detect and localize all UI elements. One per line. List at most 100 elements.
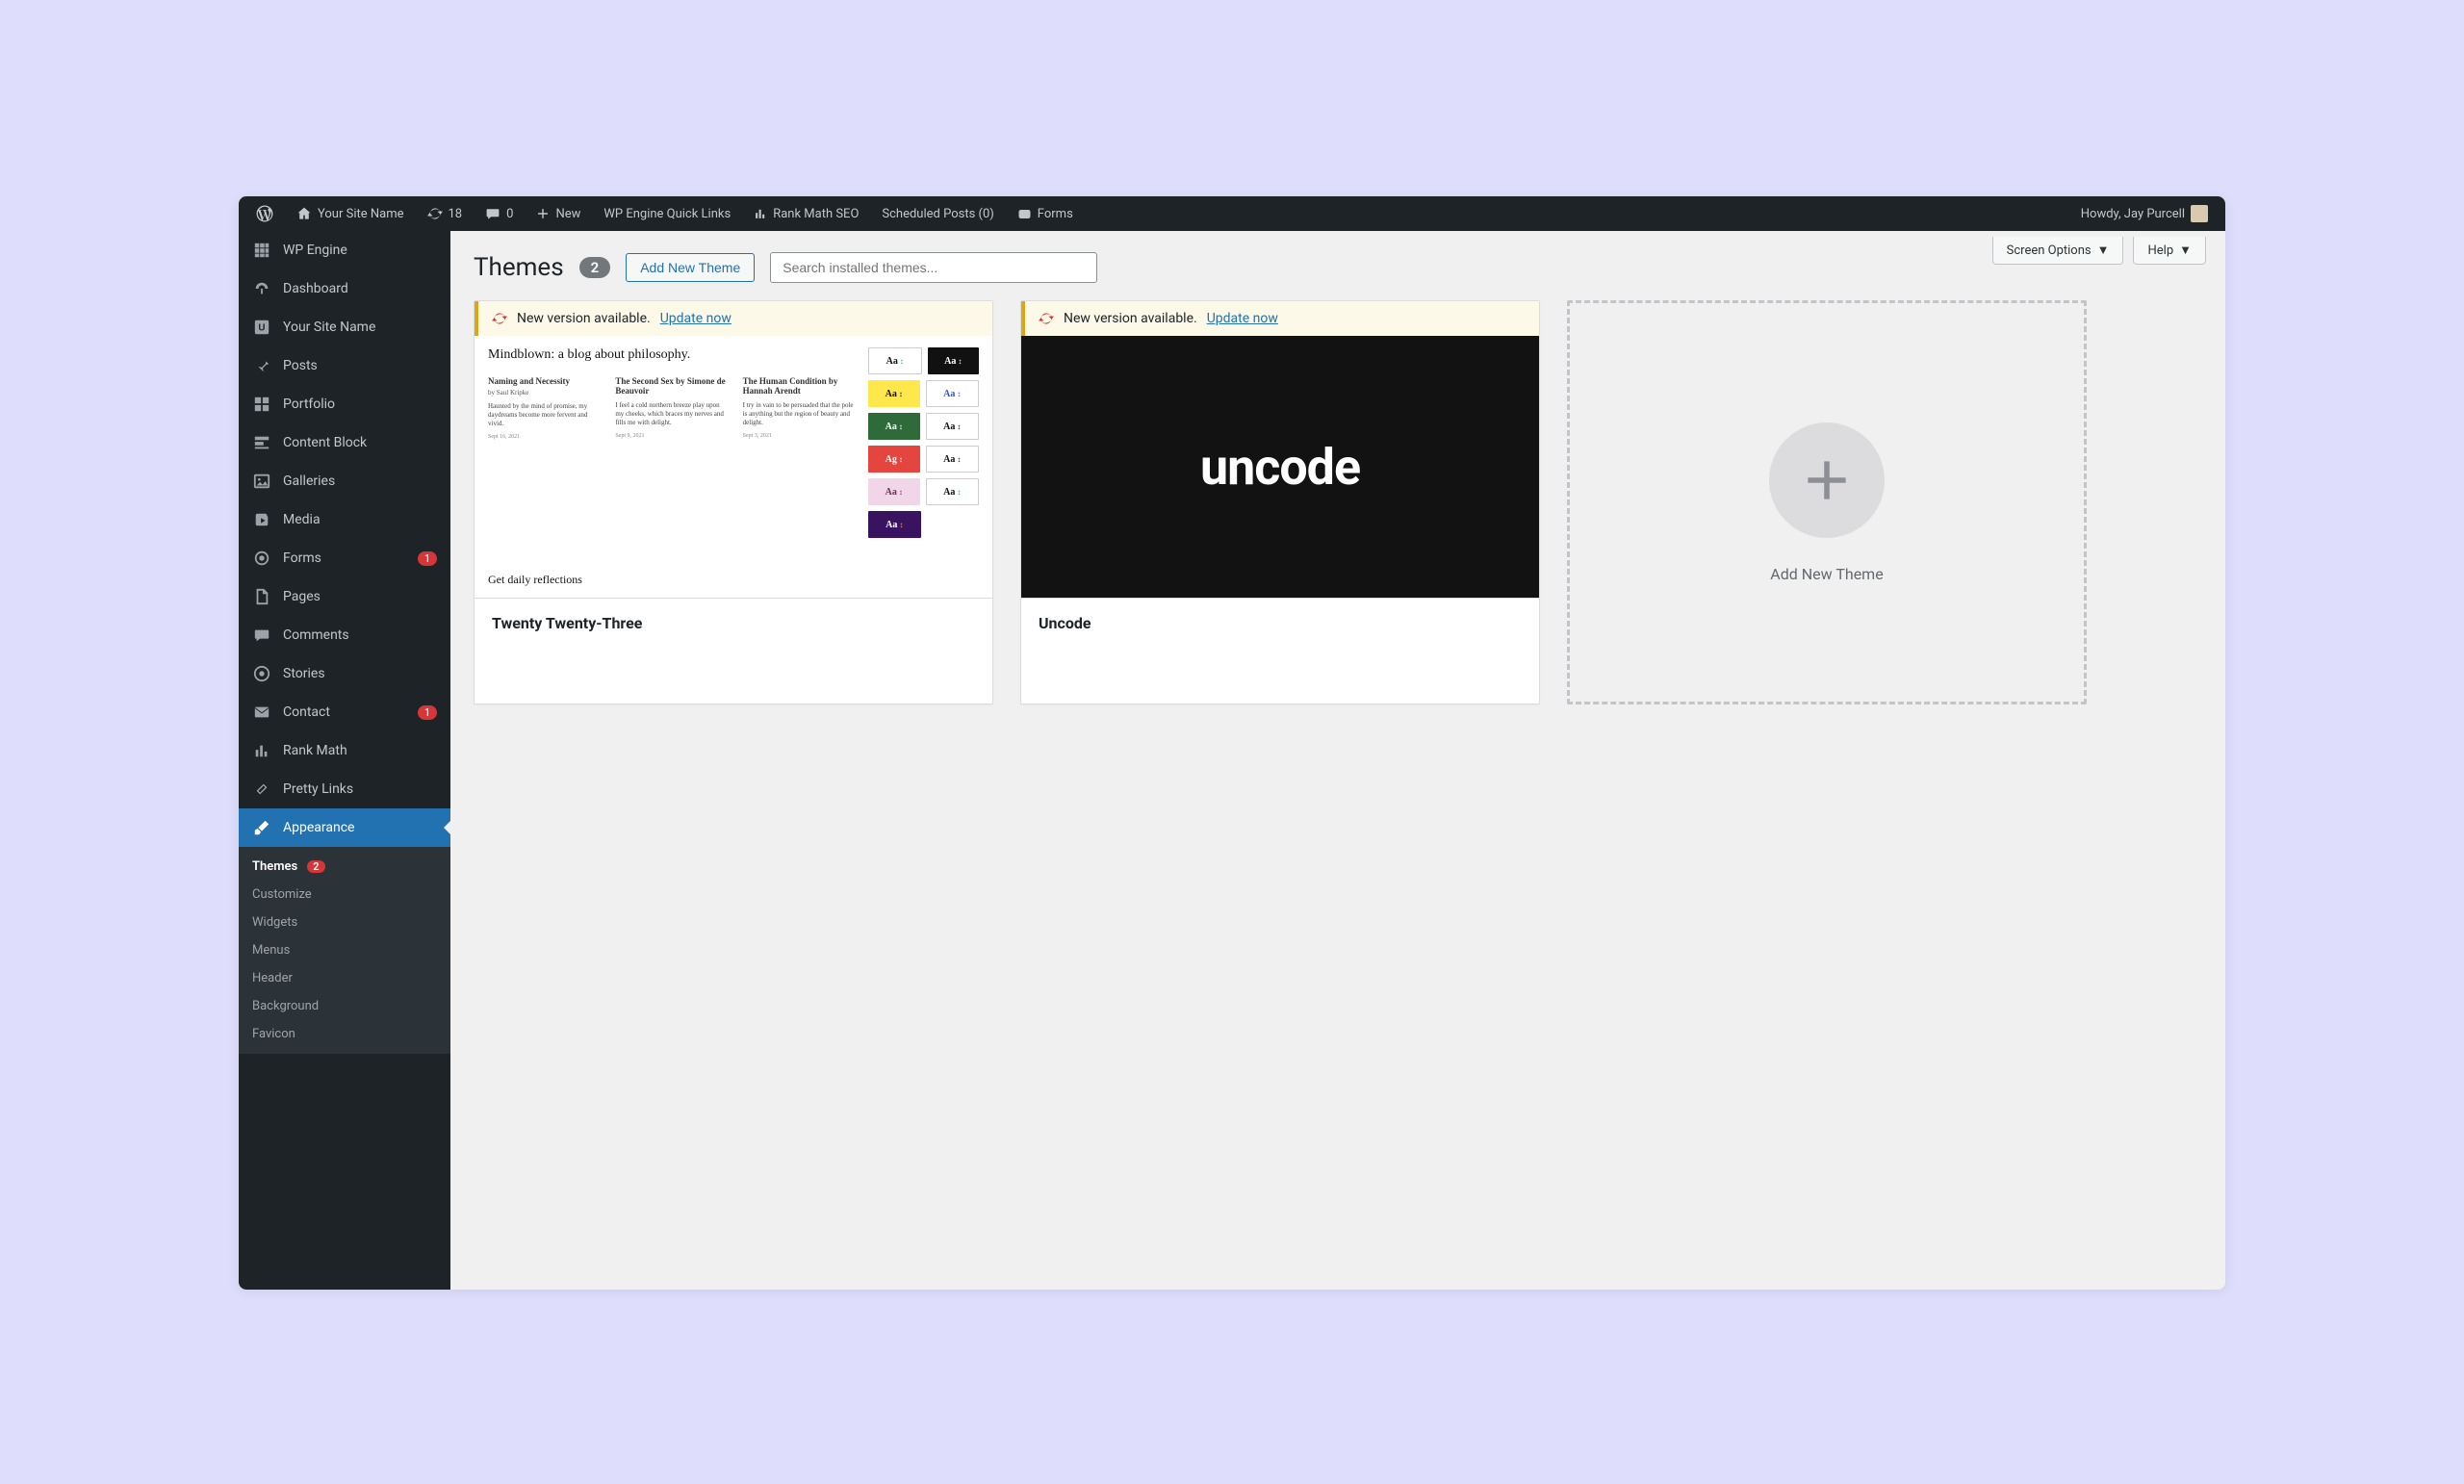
menu-label: Stories bbox=[283, 666, 325, 681]
menu-item-pretty-links[interactable]: Pretty Links bbox=[239, 770, 450, 808]
update-notice: New version available. Update now bbox=[475, 301, 992, 336]
add-new-theme-card[interactable]: Add New Theme bbox=[1567, 300, 2087, 704]
wpengine-quicklinks[interactable]: WP Engine Quick Links bbox=[594, 196, 740, 231]
submenu-header[interactable]: Header bbox=[239, 964, 450, 992]
plus-circle-icon bbox=[1769, 422, 1885, 538]
menu-item-content-block[interactable]: Content Block bbox=[239, 423, 450, 462]
account-link[interactable]: Howdy, Jay Purcell bbox=[2071, 196, 2218, 231]
menu-label: Forms bbox=[283, 550, 321, 566]
menu-item-appearance[interactable]: Appearance bbox=[239, 808, 450, 847]
help-tab[interactable]: Help ▼ bbox=[2133, 237, 2206, 265]
menu-item-galleries[interactable]: Galleries bbox=[239, 462, 450, 500]
plus-icon bbox=[536, 207, 550, 220]
circle-dot-icon bbox=[252, 664, 271, 683]
menu-label: Media bbox=[283, 512, 321, 527]
wordpress-icon bbox=[256, 205, 273, 222]
brush-icon bbox=[252, 818, 271, 837]
submenu-background[interactable]: Background bbox=[239, 992, 450, 1020]
scheduled-posts-link[interactable]: Scheduled Posts (0) bbox=[872, 196, 1003, 231]
menu-label: Dashboard bbox=[283, 281, 348, 296]
screen-options-tab[interactable]: Screen Options ▼ bbox=[1992, 237, 2124, 265]
theme-count-badge: 2 bbox=[579, 257, 611, 278]
theme-card-uncode[interactable]: New version available. Update nowuncode U… bbox=[1020, 300, 1540, 704]
update-icon bbox=[427, 206, 443, 221]
update-icon bbox=[492, 311, 507, 326]
svg-text:U: U bbox=[258, 323, 265, 334]
pin-icon bbox=[252, 356, 271, 375]
wpengine-icon bbox=[252, 241, 271, 260]
submenu-badge: 2 bbox=[307, 860, 324, 873]
dashboard-icon bbox=[252, 279, 271, 298]
uncode-preview: uncode bbox=[1021, 336, 1539, 598]
updates-link[interactable]: 18 bbox=[418, 196, 473, 231]
update-icon bbox=[1039, 311, 1054, 326]
home-icon bbox=[296, 206, 312, 221]
add-new-theme-label: Add New Theme bbox=[1770, 565, 1883, 583]
menu-item-posts[interactable]: Posts bbox=[239, 346, 450, 385]
menu-item-dashboard[interactable]: Dashboard bbox=[239, 269, 450, 308]
menu-label: Rank Math bbox=[283, 743, 347, 758]
submenu-themes[interactable]: Themes2 bbox=[239, 853, 450, 881]
comment-icon bbox=[252, 626, 271, 645]
update-now-link[interactable]: Update now bbox=[660, 311, 732, 326]
menu-label: Comments bbox=[283, 627, 349, 643]
menu-label: Content Block bbox=[283, 435, 367, 450]
comment-icon bbox=[485, 206, 500, 221]
menu-item-comments[interactable]: Comments bbox=[239, 616, 450, 654]
caret-down-icon: ▼ bbox=[2179, 243, 2192, 258]
search-themes-input[interactable] bbox=[770, 252, 1097, 283]
admin-sidebar: WP Engine Dashboard U Your Site Name Posts Po… bbox=[239, 231, 450, 1290]
menu-label: Galleries bbox=[283, 473, 335, 489]
appearance-submenu: Themes2CustomizeWidgetsMenusHeaderBackgr… bbox=[239, 847, 450, 1054]
add-new-theme-button[interactable]: Add New Theme bbox=[626, 253, 755, 282]
updates-count: 18 bbox=[449, 207, 463, 221]
menu-label: WP Engine bbox=[283, 243, 347, 258]
comments-link[interactable]: 0 bbox=[475, 196, 523, 231]
site-name: Your Site Name bbox=[318, 207, 404, 221]
submenu-favicon[interactable]: Favicon bbox=[239, 1020, 450, 1048]
menu-label: Pretty Links bbox=[283, 781, 353, 797]
menu-item-portfolio[interactable]: Portfolio bbox=[239, 385, 450, 423]
menu-item-pages[interactable]: Pages bbox=[239, 577, 450, 616]
menu-label: Your Site Name bbox=[283, 320, 375, 335]
form-icon bbox=[1017, 207, 1032, 221]
circle-icon bbox=[252, 549, 271, 568]
wp-logo[interactable] bbox=[246, 196, 283, 231]
menu-label: Appearance bbox=[283, 820, 354, 835]
rankmath-link[interactable]: Rank Math SEO bbox=[744, 196, 868, 231]
site-letter-icon: U bbox=[252, 318, 271, 337]
update-text: New version available. bbox=[517, 311, 651, 326]
update-notice: New version available. Update now bbox=[1021, 301, 1539, 336]
menu-item-stories[interactable]: Stories bbox=[239, 654, 450, 693]
caret-down-icon: ▼ bbox=[2097, 243, 2110, 258]
menu-item-your-site-name[interactable]: U Your Site Name bbox=[239, 308, 450, 346]
link-icon bbox=[252, 780, 271, 799]
howdy-text: Howdy, Jay Purcell bbox=[2081, 207, 2185, 221]
menu-item-contact[interactable]: Contact1 bbox=[239, 693, 450, 731]
menu-label: Portfolio bbox=[283, 397, 335, 412]
menu-badge: 1 bbox=[418, 551, 437, 566]
forms-link[interactable]: Forms bbox=[1008, 196, 1083, 231]
submenu-menus[interactable]: Menus bbox=[239, 936, 450, 964]
menu-item-forms[interactable]: Forms 1 bbox=[239, 539, 450, 577]
theme-card-twenty-twenty-three[interactable]: New version available. Update nowMindblo… bbox=[474, 300, 993, 704]
menu-item-media[interactable]: Media bbox=[239, 500, 450, 539]
site-home-link[interactable]: Your Site Name bbox=[287, 196, 414, 231]
update-now-link[interactable]: Update now bbox=[1207, 311, 1278, 326]
new-link[interactable]: New bbox=[526, 196, 590, 231]
menu-label: Contact bbox=[283, 704, 330, 720]
menu-item-rank-math[interactable]: Rank Math bbox=[239, 731, 450, 770]
theme-screenshot: Mindblown: a blog about philosophy.Namin… bbox=[475, 336, 992, 598]
update-text: New version available. bbox=[1064, 311, 1197, 326]
chart-icon bbox=[252, 741, 271, 760]
theme-screenshot: uncode bbox=[1021, 336, 1539, 598]
admin-bar: Your Site Name 18 0 New WP Engine Quick … bbox=[239, 196, 2225, 231]
submenu-customize[interactable]: Customize bbox=[239, 881, 450, 908]
menu-item-wp-engine[interactable]: WP Engine bbox=[239, 231, 450, 269]
grid-icon bbox=[252, 395, 271, 414]
page-title: Themes bbox=[474, 253, 564, 282]
image-icon bbox=[252, 472, 271, 491]
submenu-widgets[interactable]: Widgets bbox=[239, 908, 450, 936]
menu-label: Pages bbox=[283, 589, 321, 604]
content-area: Screen Options ▼ Help ▼ Themes 2 Add New… bbox=[450, 231, 2225, 1290]
